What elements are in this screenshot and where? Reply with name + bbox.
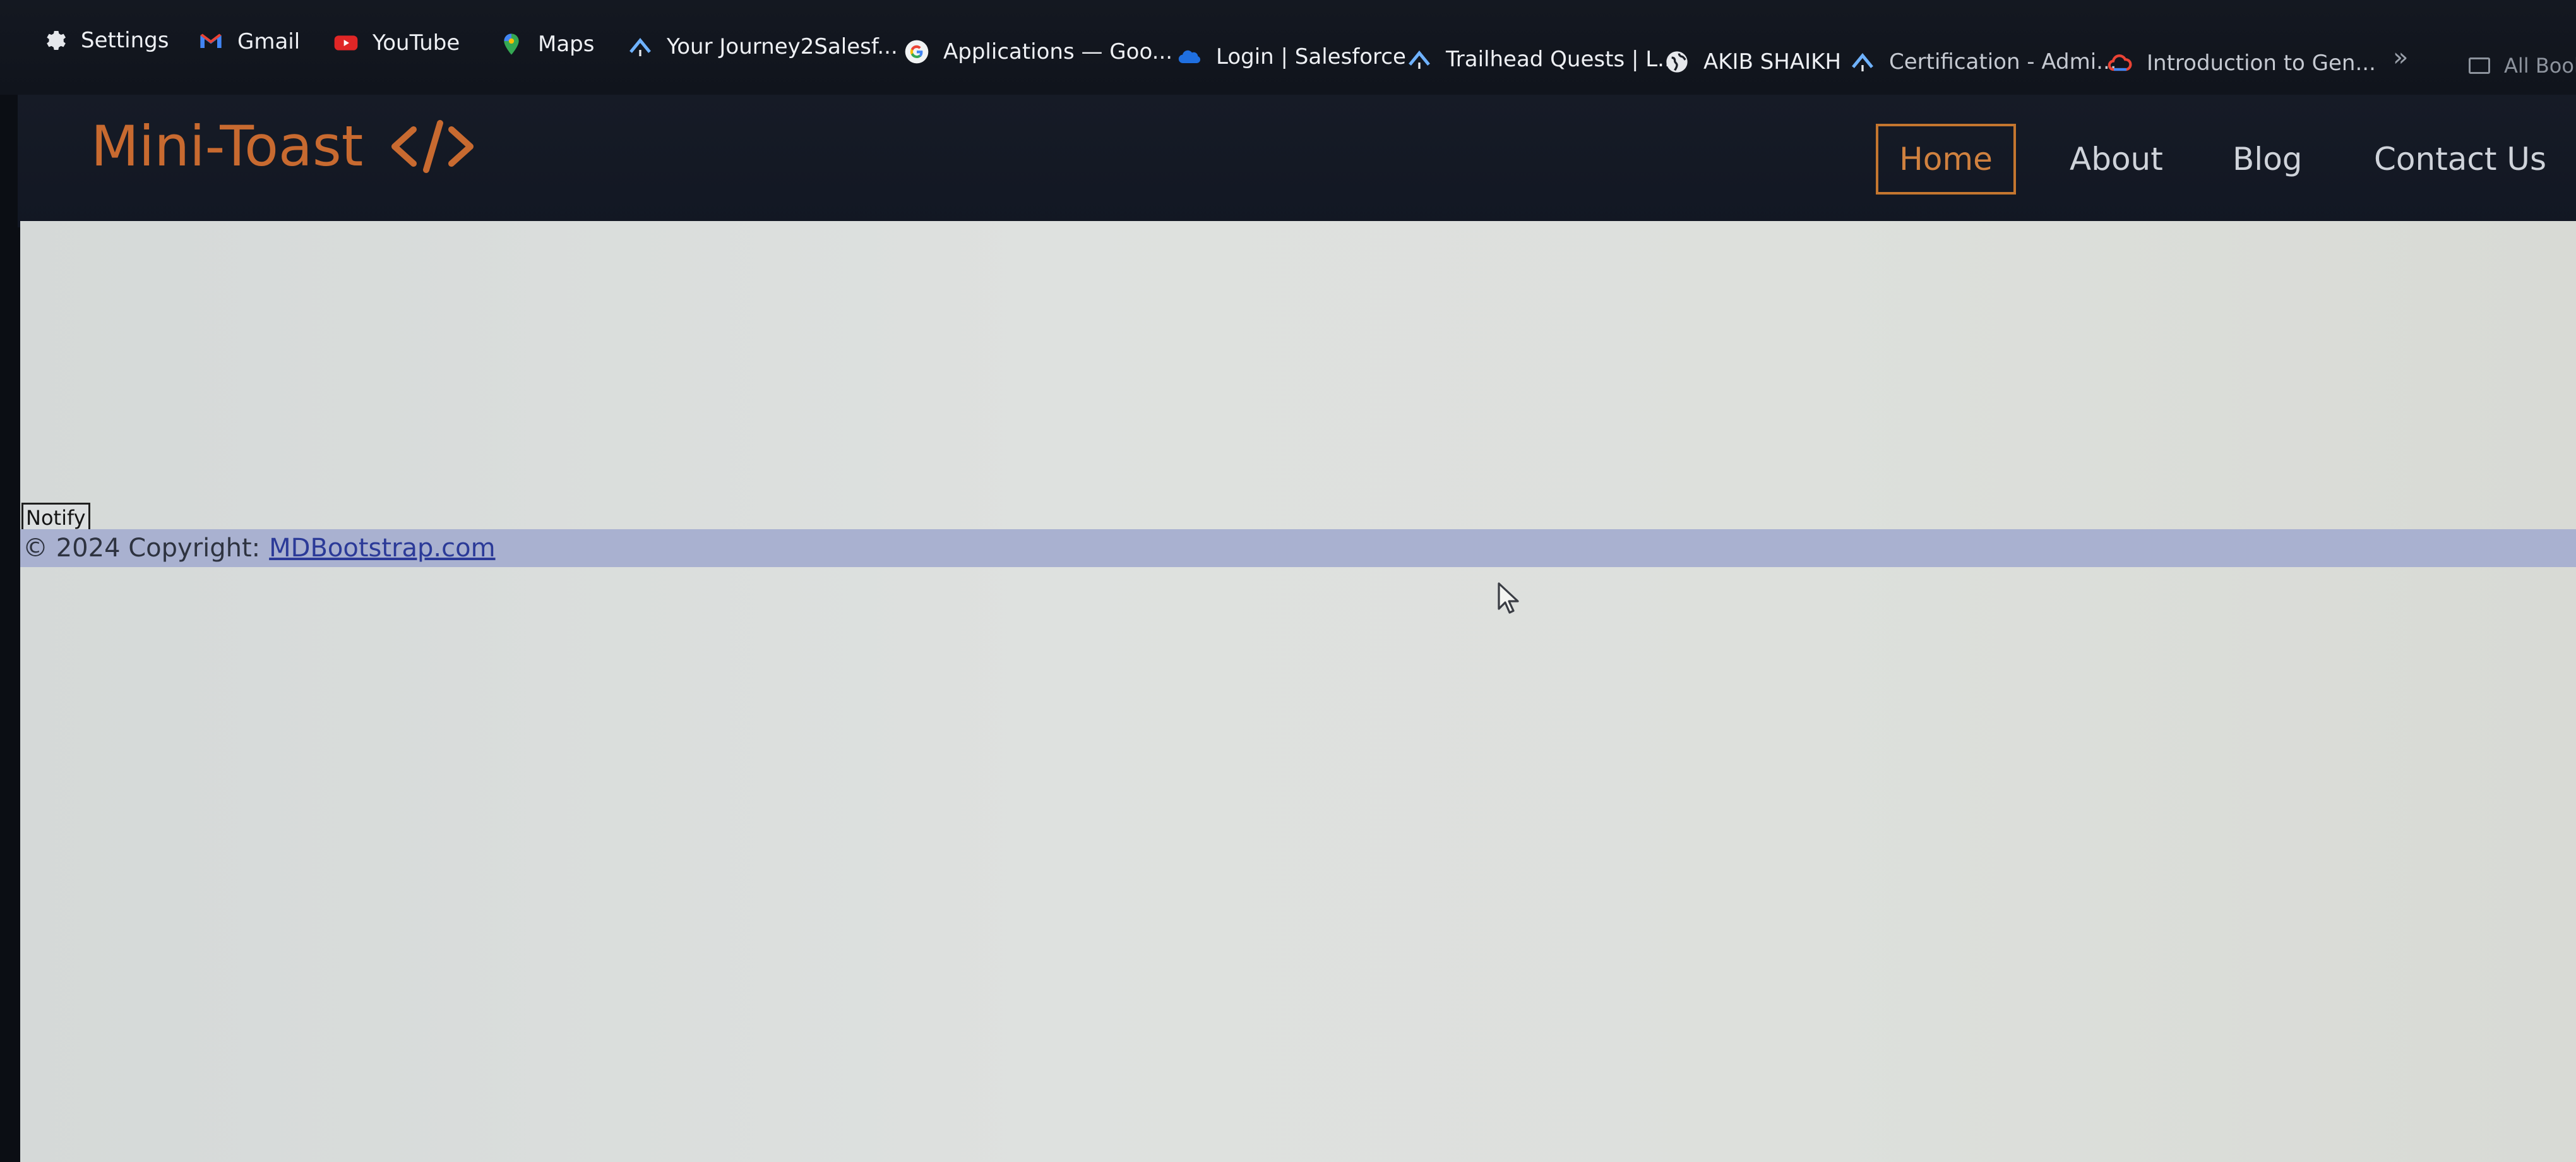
trailhead-icon	[1407, 47, 1432, 72]
bookmark-label: Login | Salesforce	[1216, 44, 1406, 69]
folder-icon	[2469, 57, 2490, 74]
gmail-icon	[198, 29, 224, 54]
bookmark-akib-shaikh[interactable]: AKIB SHAIKH	[1664, 43, 1841, 81]
salesforce-cloud-icon	[1177, 44, 1202, 69]
bookmarks-bar: Settings Gmail YouTube Maps Your Journey	[0, 0, 2576, 95]
bookmark-label: Maps	[538, 32, 595, 57]
all-bookmarks-button[interactable]: All Book	[2469, 51, 2576, 81]
bookmark-gmail[interactable]: Gmail	[198, 23, 300, 61]
gear-icon	[42, 28, 67, 53]
bookmark-label: Settings	[81, 28, 169, 53]
page-content: Notify © 2024 Copyright: MDBootstrap.com	[20, 221, 2576, 1162]
mouse-pointer-icon	[1498, 582, 1520, 615]
bookmark-applications-google[interactable]: Applications — Goo...	[904, 33, 1172, 71]
code-brackets-icon	[388, 118, 477, 175]
all-bookmarks-label: All Book	[2504, 54, 2576, 78]
notify-button[interactable]: Notify	[21, 503, 90, 533]
bookmark-login-salesforce[interactable]: Login | Salesforce	[1177, 38, 1406, 76]
trailhead-icon	[1850, 49, 1875, 75]
google-icon	[904, 39, 929, 64]
site-navbar: Mini-Toast Home About Blog Contact Us	[18, 95, 2576, 227]
maps-icon	[499, 32, 524, 57]
nav-link-blog[interactable]: Blog	[2233, 124, 2303, 195]
bookmarks-overflow-button[interactable]: »	[2393, 43, 2408, 72]
bookmark-introduction-to-gen[interactable]: Introduction to Gen...	[2108, 44, 2376, 82]
bookmark-trailhead-quests[interactable]: Trailhead Quests | L...	[1407, 40, 1678, 78]
trailhead-icon	[628, 34, 653, 59]
google-cloud-icon	[2108, 51, 2133, 76]
globe-icon	[1664, 49, 1690, 75]
nav-link-contact-us[interactable]: Contact Us	[2374, 124, 2546, 195]
nav-link-about[interactable]: About	[2070, 124, 2163, 195]
bookmark-label: Your Journey2Salesf...	[667, 34, 898, 59]
bookmark-youtube[interactable]: YouTube	[333, 24, 460, 62]
bookmark-maps[interactable]: Maps	[499, 25, 594, 63]
youtube-icon	[333, 30, 359, 56]
bookmark-label: YouTube	[373, 30, 460, 56]
footer-link-mdbootstrap[interactable]: MDBootstrap.com	[269, 534, 495, 563]
bookmark-label: Gmail	[237, 29, 301, 54]
bookmark-label: Trailhead Quests | L...	[1446, 47, 1678, 72]
bookmark-label: AKIB SHAIKH	[1703, 49, 1842, 75]
browser-screen: Settings Gmail YouTube Maps Your Journey	[0, 0, 2576, 1162]
footer-copyright-text: © 2024 Copyright:	[23, 534, 261, 563]
bookmark-label: Introduction to Gen...	[2147, 51, 2376, 76]
bookmark-journey2salesforce[interactable]: Your Journey2Salesf...	[628, 28, 898, 66]
bookmark-settings[interactable]: Settings	[42, 21, 169, 59]
nav-link-home[interactable]: Home	[1876, 124, 2016, 195]
brand-logo[interactable]: Mini-Toast	[91, 114, 477, 179]
brand-name: Mini-Toast	[91, 114, 364, 179]
bookmark-label: Certification - Admi...	[1889, 49, 2117, 75]
page-footer: © 2024 Copyright: MDBootstrap.com	[20, 529, 2576, 567]
bookmark-certification-admin[interactable]: Certification - Admi...	[1850, 43, 2117, 81]
bookmark-label: Applications — Goo...	[943, 39, 1173, 64]
